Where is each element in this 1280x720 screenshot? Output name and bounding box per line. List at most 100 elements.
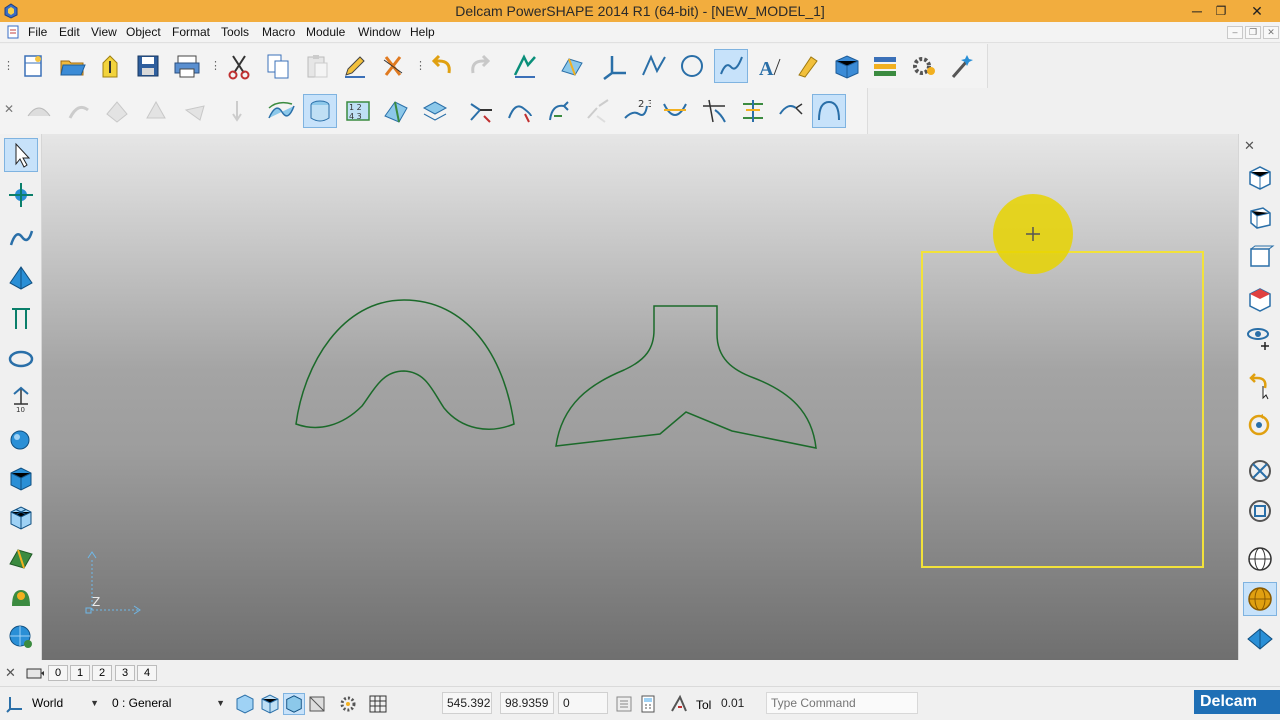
feature-tool-icon[interactable] <box>4 580 38 614</box>
delete-icon[interactable] <box>376 49 410 83</box>
surface-icon[interactable] <box>22 94 56 128</box>
coordinate-x-field[interactable]: 545.392 <box>442 692 492 714</box>
curve-join-icon[interactable] <box>542 94 576 128</box>
curve-project-icon[interactable] <box>736 94 770 128</box>
layers-view-icon[interactable] <box>418 94 452 128</box>
ellipse-tool-icon[interactable] <box>4 342 38 376</box>
view-orbit-icon[interactable] <box>1243 320 1277 354</box>
surface3-icon[interactable] <box>100 94 134 128</box>
surface2-icon[interactable] <box>62 94 96 128</box>
wireframe-icon[interactable] <box>264 94 298 128</box>
print-icon[interactable] <box>170 49 204 83</box>
redo-icon[interactable] <box>463 49 497 83</box>
view-iso1-icon[interactable] <box>1243 160 1277 194</box>
circle-icon[interactable] <box>675 49 709 83</box>
grid-icon[interactable] <box>367 693 389 715</box>
mdi-restore-button[interactable]: ❐ <box>1245 26 1261 39</box>
window-restore-button[interactable]: ❐ <box>1206 0 1236 22</box>
draw-icon[interactable] <box>508 49 542 83</box>
gear-icon[interactable] <box>907 49 941 83</box>
coordinate-y-field[interactable]: 98.9359 <box>500 692 554 714</box>
menu-format[interactable]: Format <box>172 25 210 39</box>
coordinate-mode-icon[interactable] <box>613 693 635 715</box>
tolerance-field[interactable]: 0.01 <box>716 692 764 714</box>
calculator-icon[interactable] <box>637 693 659 715</box>
zoom-box-icon[interactable] <box>1243 494 1277 528</box>
view-front-icon[interactable] <box>1243 240 1277 274</box>
arc-icon[interactable] <box>812 94 846 128</box>
menu-object[interactable]: Object <box>126 25 161 39</box>
model-tool-icon[interactable] <box>4 540 38 574</box>
selection-filter4-icon[interactable] <box>306 693 328 715</box>
window-close-button[interactable]: ✕ <box>1242 0 1272 22</box>
move-icon[interactable] <box>4 178 38 212</box>
menu-macro[interactable]: Macro <box>262 25 295 39</box>
mesh-tool-icon[interactable] <box>4 500 38 534</box>
curve-extend-icon[interactable] <box>774 94 808 128</box>
rectangle-frame[interactable] <box>921 251 1204 568</box>
polyline-icon[interactable] <box>637 49 671 83</box>
curve-tool-icon[interactable] <box>4 221 38 255</box>
mdi-minimize-button[interactable]: – <box>1227 26 1243 39</box>
cut-icon[interactable] <box>222 49 256 83</box>
tolerance-icon[interactable] <box>668 693 690 715</box>
view-redo-icon[interactable] <box>1243 408 1277 442</box>
paste-icon[interactable] <box>300 49 334 83</box>
marker-icon[interactable] <box>791 49 825 83</box>
view-tab-4[interactable]: 4 <box>137 665 157 681</box>
view-camera-icon[interactable] <box>25 665 45 681</box>
shaded-icon[interactable] <box>303 94 337 128</box>
view-top-icon[interactable] <box>1243 282 1277 316</box>
dimension-tool-icon[interactable] <box>4 301 38 335</box>
toolbar-grip[interactable]: ⋮ <box>3 59 14 73</box>
graphics-viewport[interactable]: Z <box>42 134 1238 660</box>
save-icon[interactable] <box>131 49 165 83</box>
wand-icon[interactable] <box>945 49 979 83</box>
curve-icon[interactable] <box>714 49 748 83</box>
solid-box-icon[interactable] <box>4 461 38 495</box>
menu-file[interactable]: File <box>28 25 47 39</box>
pointer-icon[interactable] <box>222 94 256 128</box>
select-arrow-icon[interactable] <box>4 138 38 172</box>
shading-icon[interactable] <box>1243 582 1277 616</box>
trim-icon[interactable] <box>464 94 498 128</box>
workplane-icon[interactable] <box>6 693 24 713</box>
surface-edit-icon[interactable] <box>379 94 413 128</box>
surface4-icon[interactable] <box>139 94 173 128</box>
arch-curve[interactable] <box>295 299 515 430</box>
mdi-close-button[interactable]: ✕ <box>1263 26 1279 39</box>
menu-view[interactable]: View <box>91 25 117 39</box>
globe-view-icon[interactable] <box>1243 542 1277 576</box>
selection-filter2-icon[interactable] <box>259 693 281 715</box>
zoom-all-icon[interactable] <box>1243 454 1277 488</box>
curve-fillet-icon[interactable] <box>697 94 731 128</box>
selection-filter-icon[interactable] <box>234 693 256 715</box>
view-tab-0[interactable]: 0 <box>48 665 68 681</box>
snap-settings-icon[interactable] <box>337 693 359 715</box>
menu-window[interactable]: Window <box>358 25 401 39</box>
curve-break-icon[interactable] <box>581 94 615 128</box>
composite-icon[interactable]: 1 24 3 <box>341 94 375 128</box>
workplane-tool-icon[interactable]: 10 <box>4 382 38 416</box>
menu-tools[interactable]: Tools <box>221 25 249 39</box>
solid-tool-icon[interactable] <box>4 261 38 295</box>
coordinate-z-field[interactable]: 0 <box>558 692 608 714</box>
new-icon[interactable] <box>16 49 50 83</box>
view-undo-icon[interactable] <box>1243 368 1277 402</box>
curve-edit-icon[interactable] <box>503 94 537 128</box>
menu-help[interactable]: Help <box>410 25 435 39</box>
open-recent-icon[interactable] <box>93 49 127 83</box>
selection-filter3-icon[interactable] <box>283 693 305 715</box>
toolbar-close-button[interactable]: ✕ <box>1244 138 1255 154</box>
tail-curve[interactable] <box>555 305 817 449</box>
undo-icon[interactable] <box>425 49 459 83</box>
copy-icon[interactable] <box>261 49 295 83</box>
text-icon[interactable]: A <box>752 49 786 83</box>
command-input[interactable] <box>766 692 918 714</box>
document-icon[interactable] <box>6 25 20 39</box>
toolbar-grip[interactable]: ✕ <box>4 102 14 116</box>
layers-icon[interactable] <box>868 49 902 83</box>
level-select[interactable]: 0 : General ▼ <box>108 693 228 713</box>
curve-offset-icon[interactable]: 2 3 <box>619 94 653 128</box>
box-icon[interactable] <box>830 49 864 83</box>
